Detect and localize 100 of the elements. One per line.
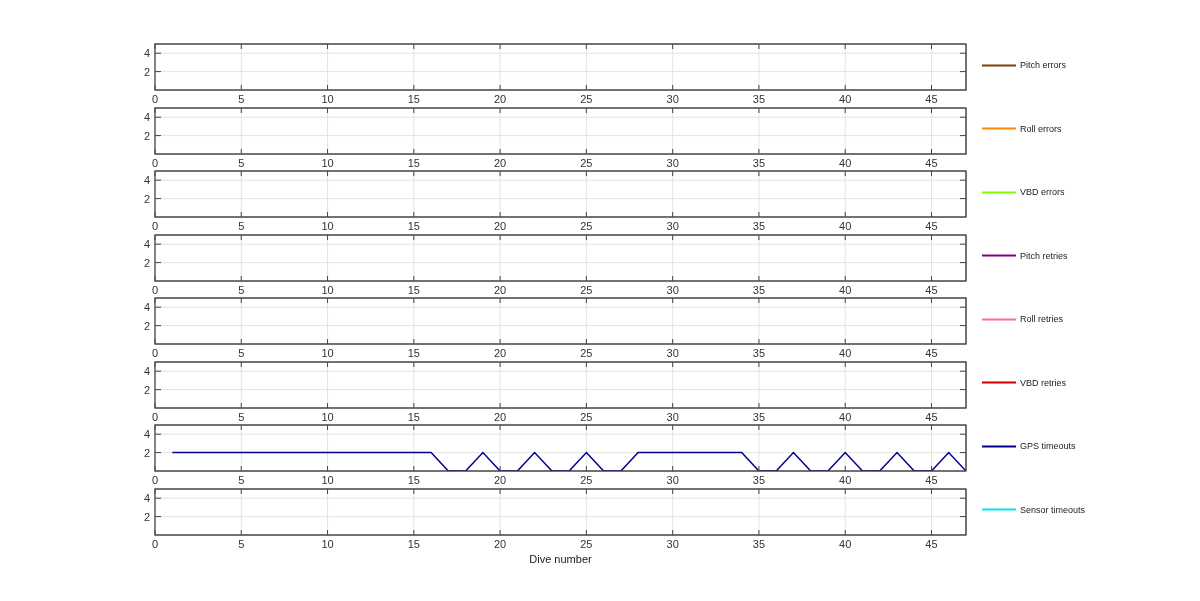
x-tick-label: 35 — [752, 156, 766, 169]
y-tick-label: 4 — [143, 237, 150, 250]
x-tick-label: 45 — [925, 537, 938, 550]
x-tick-label: 0 — [151, 156, 159, 169]
y-tick-label: 2 — [143, 65, 150, 78]
x-tick-label: 0 — [151, 283, 159, 296]
y-tick-label: 2 — [143, 383, 150, 396]
x-tick-label: 5 — [238, 474, 245, 486]
x-tick-label: 25 — [580, 156, 593, 169]
x-tick-label: 25 — [580, 93, 593, 105]
y-tick-label: 4 — [143, 174, 150, 187]
x-tick-label: 45 — [925, 410, 938, 423]
x-tick-label: 30 — [666, 347, 679, 359]
x-tick-label: 10 — [321, 93, 334, 105]
x-tick-label: 15 — [407, 410, 420, 423]
x-tick-label: 20 — [494, 283, 507, 296]
x-tick-label: 40 — [839, 156, 852, 169]
x-tick-label: 30 — [666, 220, 679, 232]
x-tick-label: 30 — [666, 474, 679, 486]
x-tick-label: 15 — [407, 347, 420, 359]
x-tick-label: 20 — [494, 93, 507, 105]
x-tick-label: 0 — [151, 537, 159, 550]
x-tick-label: 40 — [839, 93, 852, 105]
x-tick-label: 45 — [925, 283, 938, 296]
x-tick-label: 35 — [752, 410, 766, 423]
x-tick-label: 45 — [925, 156, 938, 169]
x-tick-label: 25 — [580, 283, 593, 296]
x-tick-label: 30 — [666, 537, 679, 550]
legend-label: VBD errors — [1020, 187, 1065, 197]
x-tick-label: 5 — [238, 410, 245, 423]
x-tick-label: 40 — [839, 283, 852, 296]
x-tick-label: 10 — [321, 156, 334, 169]
x-tick-label: 35 — [752, 537, 766, 550]
y-tick-label: 2 — [143, 446, 150, 459]
x-tick-label: 20 — [494, 156, 507, 169]
x-tick-label: 15 — [407, 474, 420, 486]
x-tick-label: 0 — [151, 220, 159, 232]
x-tick-label: 5 — [238, 283, 245, 296]
y-tick-label: 4 — [143, 364, 150, 377]
y-tick-label: 2 — [143, 192, 150, 205]
x-tick-label: 30 — [666, 93, 679, 105]
y-tick-label: 2 — [143, 256, 150, 269]
x-tick-label: 45 — [925, 220, 938, 232]
legend-label: Sensor timeouts — [1020, 504, 1086, 515]
x-tick-label: 45 — [925, 474, 938, 486]
x-tick-label: 40 — [839, 537, 852, 550]
x-tick-label: 25 — [580, 537, 593, 550]
x-tick-label: 10 — [321, 283, 334, 296]
y-tick-label: 4 — [143, 301, 150, 314]
x-tick-label: 20 — [494, 220, 507, 232]
x-tick-label: 5 — [238, 220, 245, 232]
y-tick-label: 2 — [143, 510, 150, 523]
x-tick-label: 30 — [666, 410, 679, 423]
x-tick-label: 0 — [151, 347, 159, 359]
y-tick-label: 2 — [143, 319, 150, 332]
x-tick-label: 25 — [580, 220, 593, 232]
x-tick-label: 10 — [321, 474, 334, 486]
x-tick-label: 5 — [238, 537, 245, 550]
x-tick-label: 45 — [925, 347, 938, 359]
x-tick-label: 5 — [238, 93, 245, 105]
x-tick-label: 10 — [321, 220, 334, 232]
x-tick-label: 10 — [321, 537, 334, 550]
x-tick-label: 15 — [407, 220, 420, 232]
x-tick-label: 0 — [151, 93, 159, 105]
x-tick-label: 25 — [580, 347, 593, 359]
x-tick-label: 35 — [752, 474, 766, 486]
x-tick-label: 40 — [839, 474, 852, 486]
x-tick-label: 35 — [752, 220, 766, 232]
x-tick-label: 15 — [407, 283, 420, 296]
x-tick-label: 35 — [752, 283, 766, 296]
x-tick-label: 20 — [494, 347, 507, 359]
x-tick-label: 35 — [752, 93, 766, 105]
x-tick-label: 25 — [580, 474, 593, 486]
y-tick-label: 4 — [143, 491, 150, 504]
x-tick-label: 0 — [151, 410, 159, 423]
y-tick-label: 2 — [143, 129, 150, 142]
x-tick-label: 5 — [238, 347, 245, 359]
legend-label: Roll retries — [1020, 314, 1063, 324]
y-tick-label: 4 — [143, 47, 150, 60]
x-tick-label: 30 — [666, 283, 679, 296]
x-tick-label: 5 — [238, 156, 245, 169]
y-tick-label: 4 — [143, 428, 150, 441]
x-tick-label: 35 — [752, 347, 766, 359]
x-tick-label: 0 — [151, 474, 159, 486]
x-tick-label: 40 — [839, 410, 852, 423]
x-tick-label: 40 — [839, 220, 852, 232]
x-tick-label: 10 — [321, 410, 334, 423]
y-tick-label: 4 — [143, 110, 150, 123]
x-tick-label: 30 — [666, 156, 679, 169]
x-tick-label: 25 — [580, 410, 593, 423]
legend-label: VBD retries — [1020, 377, 1066, 388]
x-axis-label: Dive number — [529, 552, 592, 565]
x-tick-label: 15 — [407, 93, 420, 105]
legend-label: Roll errors — [1020, 123, 1062, 134]
legend-label: GPS timeouts — [1020, 441, 1076, 451]
x-tick-label: 15 — [407, 537, 420, 550]
x-tick-label: 45 — [925, 93, 938, 105]
x-tick-label: 20 — [494, 537, 507, 550]
legend-label: Pitch retries — [1020, 250, 1068, 261]
legend-label: Pitch errors — [1020, 60, 1066, 70]
